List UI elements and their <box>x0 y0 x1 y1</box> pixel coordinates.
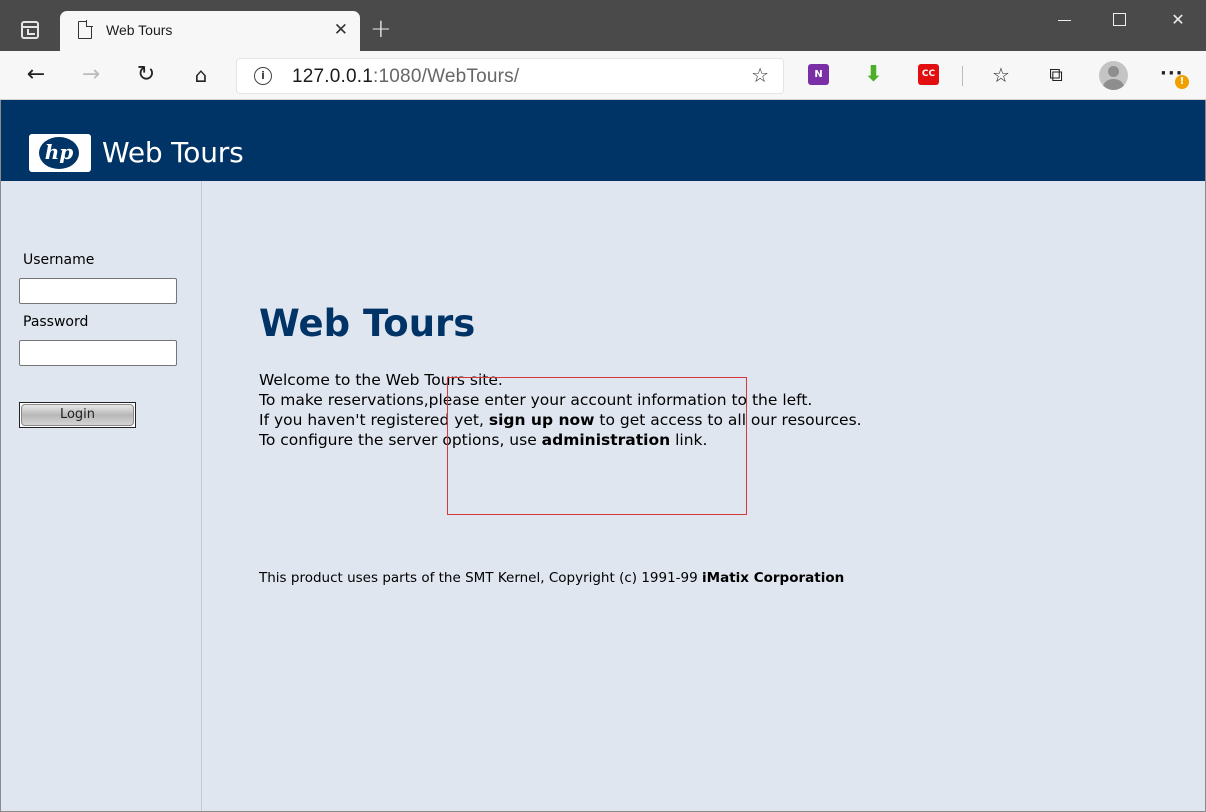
maximize-button[interactable] <box>1113 13 1126 26</box>
page-title: Web Tours <box>259 302 476 345</box>
tab-actions-icon[interactable] <box>21 21 39 39</box>
login-button-label: Login <box>21 404 134 426</box>
close-window-button[interactable]: ✕ <box>1158 8 1198 32</box>
warning-badge: ! <box>1175 75 1189 89</box>
browser-tab[interactable]: Web Tours ✕ <box>60 11 360 51</box>
download-icon[interactable]: ⬇ <box>863 64 884 86</box>
username-label: Username <box>23 252 95 268</box>
home-icon[interactable]: ⌂ <box>188 62 214 88</box>
browser-toolbar: ← → ↻ ⌂ i 127.0.0.1:1080/WebTours/ ☆ N ⬇… <box>0 51 1206 100</box>
login-button[interactable]: Login <box>19 402 136 428</box>
username-input[interactable] <box>19 278 177 304</box>
password-label: Password <box>23 314 89 330</box>
onenote-icon[interactable]: N <box>808 64 829 85</box>
minimize-button[interactable] <box>1058 20 1071 21</box>
page-content: hp Web Tours Username Password Login Web… <box>0 100 1206 812</box>
refresh-icon[interactable]: ↻ <box>133 62 159 88</box>
address-bar[interactable]: i 127.0.0.1:1080/WebTours/ ☆ <box>236 58 784 94</box>
hp-logo: hp <box>29 134 91 172</box>
browser-title-bar: Web Tours ✕ + ✕ <box>0 0 1206 51</box>
new-tab-button[interactable]: + <box>370 16 392 42</box>
site-header: hp Web Tours <box>1 100 1205 181</box>
add-favorite-icon[interactable]: ☆ <box>751 63 769 87</box>
favorites-icon[interactable]: ☆ <box>988 62 1014 88</box>
highlight-box <box>447 377 747 515</box>
tab-title: Web Tours <box>106 22 173 38</box>
info-icon[interactable]: i <box>254 67 272 85</box>
cc-icon[interactable]: CC <box>918 64 939 85</box>
imatix-credit: iMatix Corporation <box>702 570 845 586</box>
forward-icon: → <box>81 62 101 87</box>
url-text[interactable]: 127.0.0.1:1080/WebTours/ <box>292 66 519 88</box>
password-input[interactable] <box>19 340 177 366</box>
page-icon <box>78 20 93 39</box>
site-brand: Web Tours <box>102 136 244 169</box>
tab-close-button[interactable]: ✕ <box>334 20 348 40</box>
back-icon[interactable]: ← <box>23 62 49 88</box>
copyright-footer: This product uses parts of the SMT Kerne… <box>259 570 845 586</box>
toolbar-divider <box>962 66 963 86</box>
collections-icon[interactable]: ⧉ <box>1043 62 1069 88</box>
profile-icon[interactable] <box>1099 61 1128 90</box>
login-sidebar: Username Password Login <box>1 181 202 811</box>
